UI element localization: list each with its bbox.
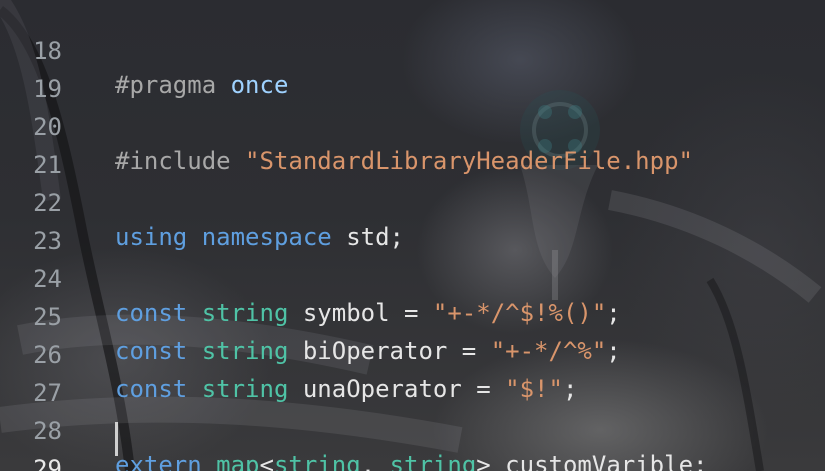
code-line[interactable]: 18 #pragma once — [0, 0, 825, 99]
text-cursor — [115, 422, 118, 456]
code-line[interactable]: 25 const string biOperator = "+-*/^%"; — [0, 266, 825, 365]
code-line[interactable]: 22 using namespace std; — [0, 152, 825, 251]
code-line[interactable]: 19 — [0, 38, 825, 103]
code-line[interactable]: 27 — [0, 342, 825, 407]
code-line[interactable]: 20 #include "StandardLibraryHeaderFile.h… — [0, 76, 825, 175]
code-line[interactable]: 23 — [0, 190, 825, 255]
code-editor[interactable]: 18 #pragma once 19 20 #include "Standard… — [0, 0, 825, 471]
code-line[interactable]: 26 const string unaOperator = "$!"; — [0, 304, 825, 403]
code-line[interactable]: 21 — [0, 114, 825, 179]
code-lines: 18 #pragma once 19 20 #include "Standard… — [0, 0, 825, 471]
line-number: 29 — [33, 455, 62, 471]
code-line[interactable]: 28 extern map<string, string> customVari… — [0, 380, 825, 471]
code-line[interactable]: 24 const string symbol = "+-*/^$!%()"; — [0, 228, 825, 327]
code-line-active[interactable]: 29 — [0, 418, 825, 471]
